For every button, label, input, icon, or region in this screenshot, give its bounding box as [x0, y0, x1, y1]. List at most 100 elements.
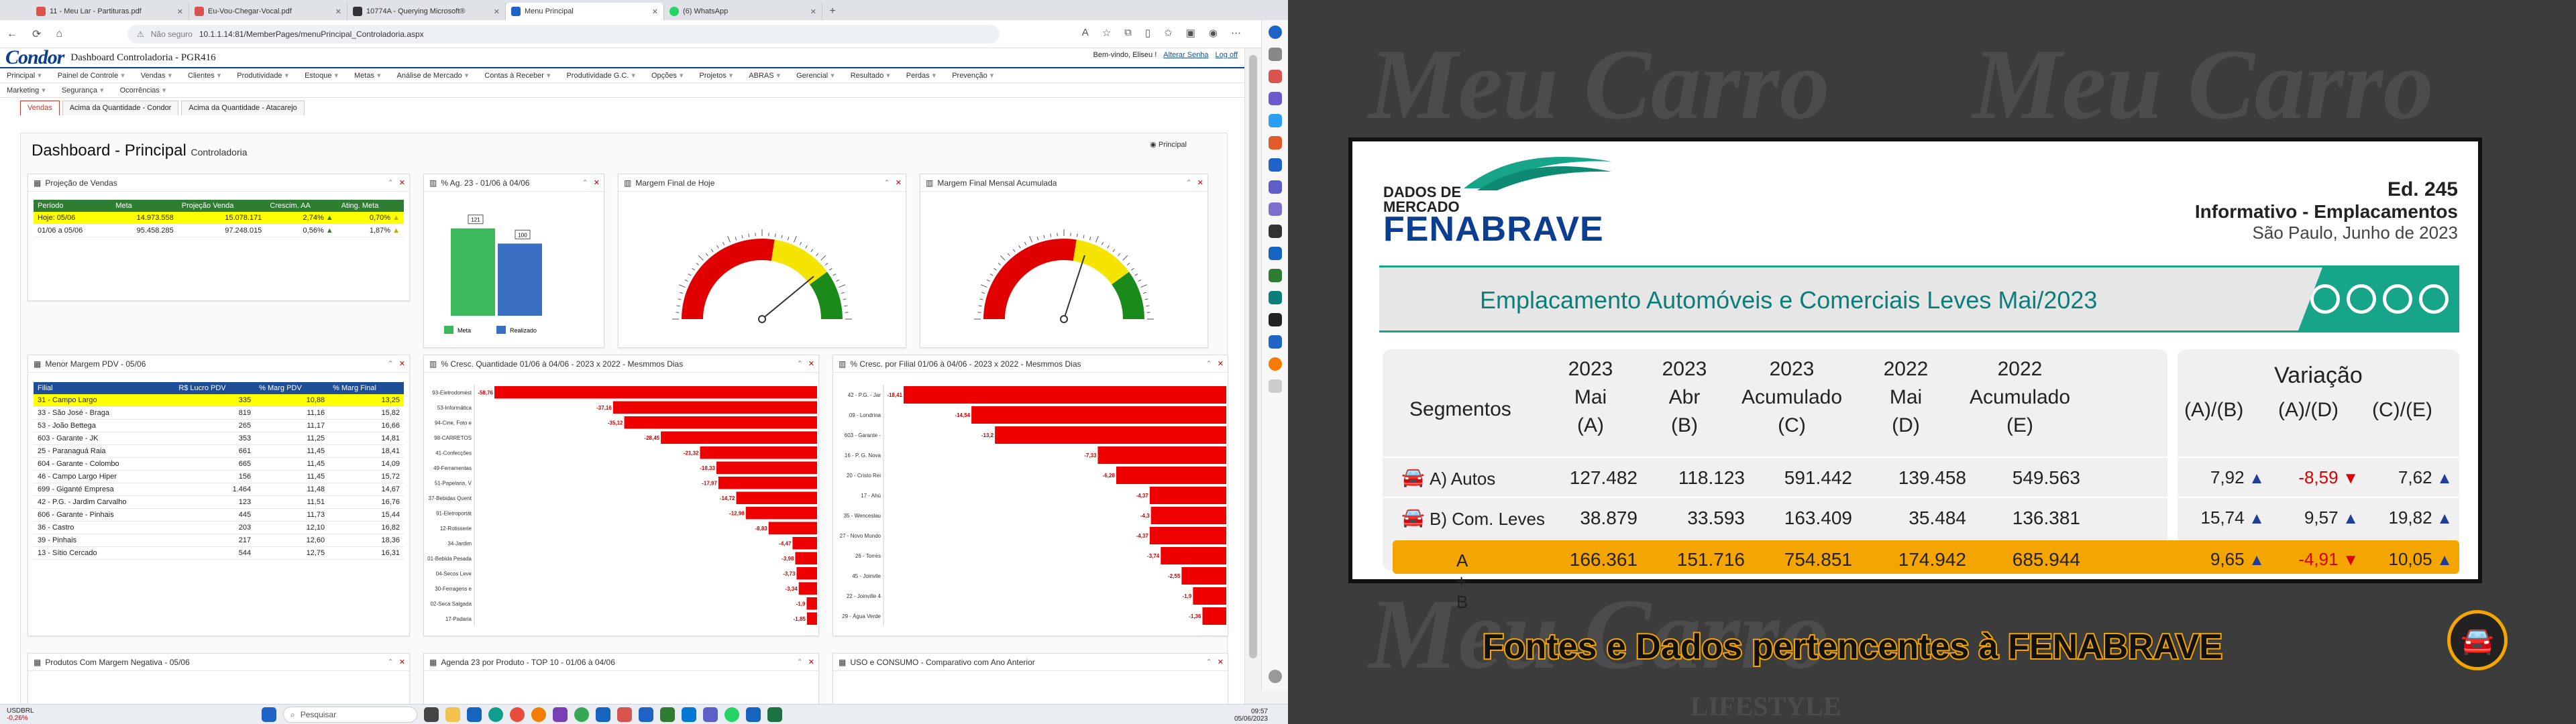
split-icon[interactable]: ▯ — [1145, 27, 1150, 39]
collapse-icon[interactable]: ⌃ — [1186, 178, 1192, 187]
principal-link[interactable]: ◉ Principal — [1150, 140, 1187, 149]
table-row[interactable]: 39 - Pinhais 217 12,60 18,36 — [34, 534, 404, 547]
collections-icon[interactable]: ▣ — [1186, 27, 1195, 39]
read-aloud-icon[interactable]: A — [1082, 27, 1089, 39]
tab-vendas[interactable]: Vendas — [20, 101, 60, 115]
table-row[interactable]: 33 - São José - Braga 819 11,16 15,82 — [34, 406, 404, 420]
teams-icon[interactable] — [1268, 180, 1282, 194]
change-password-link[interactable]: Alterar Senha — [1163, 51, 1208, 59]
condor-logo[interactable]: Condor — [5, 48, 64, 69]
menu-item[interactable]: Painel de Controle — [58, 72, 119, 80]
app-icon[interactable] — [1268, 225, 1282, 238]
close-icon[interactable]: ✕ — [1218, 359, 1224, 368]
menu-item[interactable]: Estoque — [305, 72, 331, 80]
menu-item[interactable]: Metas — [354, 72, 374, 80]
bing-icon[interactable] — [1268, 25, 1282, 39]
outlook-icon[interactable] — [1268, 158, 1282, 172]
menu-item[interactable]: Contas à Receber — [484, 72, 544, 80]
table-row[interactable]: 53 - João Bettega 265 11,17 16,66 — [34, 419, 404, 432]
app-icon[interactable] — [596, 707, 610, 722]
chrome-icon[interactable] — [510, 707, 525, 722]
table-row[interactable]: 36 - Castro 203 12,10 16,82 — [34, 521, 404, 534]
menu-item[interactable]: Produtividade G.C. — [566, 72, 629, 80]
menu-item[interactable]: Ocorrências — [120, 86, 160, 95]
menu-item[interactable]: Perdas — [906, 72, 930, 80]
table-row[interactable]: 604 - Garante - Colombo 665 11,45 14,09 — [34, 457, 404, 471]
games-icon[interactable] — [1268, 114, 1282, 127]
close-icon[interactable]: ✕ — [399, 658, 405, 666]
table-row[interactable]: 46 - Campo Largo Hiper 156 11,45 15,72 — [34, 470, 404, 483]
office-icon[interactable] — [1268, 136, 1282, 149]
collapse-icon[interactable]: ⌃ — [797, 359, 803, 368]
app-icon[interactable] — [1268, 269, 1282, 282]
menu-item[interactable]: Segurança — [62, 86, 97, 95]
menu-item[interactable]: Resultado — [851, 72, 884, 80]
app-icon[interactable] — [1268, 357, 1282, 371]
app-icon[interactable] — [1268, 247, 1282, 260]
firefox-icon[interactable] — [531, 707, 546, 722]
edge-icon[interactable] — [488, 707, 503, 722]
menu-item[interactable]: Vendas — [141, 72, 166, 80]
collapse-icon[interactable]: ⌃ — [388, 359, 394, 368]
collapse-icon[interactable]: ⌃ — [388, 658, 394, 666]
table-row[interactable]: 31 - Campo Largo 335 10,88 13,25 — [34, 394, 404, 407]
system-clock[interactable]: 09:57 05/06/2023 — [1234, 708, 1268, 723]
app-icon[interactable] — [467, 707, 482, 722]
menu-item[interactable]: ABRAS — [749, 72, 773, 80]
taskbar-search[interactable]: ⌕ Pesquisar — [283, 707, 417, 723]
close-icon[interactable]: ✕ — [896, 178, 902, 187]
drop-icon[interactable] — [1268, 202, 1282, 216]
app-icon[interactable] — [1268, 335, 1282, 349]
back-icon[interactable]: ← — [7, 28, 17, 40]
vscode-icon[interactable] — [682, 707, 696, 722]
favorites-icon[interactable]: ✩ — [1164, 27, 1173, 39]
menu-item[interactable]: Gerencial — [796, 72, 828, 80]
ticker-widget[interactable]: USDBRL -0,26% — [7, 707, 34, 722]
new-tab-button[interactable]: + — [822, 3, 843, 20]
table-row[interactable]: 606 - Garante - Pinhais 445 11,73 15,44 — [34, 508, 404, 522]
table-row[interactable]: 603 - Garante - JK 353 11,25 14,81 — [34, 432, 404, 445]
browser-tab-active[interactable]: Menu Principal ✕ — [506, 3, 664, 20]
close-tab-icon[interactable]: ✕ — [177, 7, 183, 16]
close-icon[interactable]: ✕ — [1218, 658, 1224, 666]
excel-icon[interactable] — [767, 707, 782, 722]
page-scrollbar[interactable] — [1244, 48, 1261, 704]
menu-item[interactable]: Principal — [7, 72, 35, 80]
collapse-icon[interactable]: ⌃ — [1206, 359, 1212, 368]
table-row[interactable]: 699 - Giganté Empresa 1.464 11,48 14,67 — [34, 483, 404, 496]
add-icon[interactable] — [1268, 379, 1282, 393]
app-icon[interactable] — [617, 707, 632, 722]
tools-icon[interactable] — [1268, 92, 1282, 105]
close-tab-icon[interactable]: ✕ — [652, 7, 658, 16]
collapse-icon[interactable]: ⌃ — [797, 658, 803, 666]
menu-item[interactable]: Clientes — [188, 72, 215, 80]
shopping-icon[interactable] — [1268, 70, 1282, 83]
logoff-link[interactable]: Log off — [1216, 51, 1238, 59]
close-icon[interactable]: ✕ — [808, 359, 814, 368]
chrome-icon[interactable] — [574, 707, 589, 722]
search-icon[interactable] — [1268, 48, 1282, 61]
menu-item[interactable]: Opções — [651, 72, 677, 80]
table-row[interactable]: 13 - Sítio Cercado 544 12,75 16,31 — [34, 546, 404, 560]
scrollbar-thumb[interactable] — [1249, 55, 1257, 658]
menu-item[interactable]: Projetos — [699, 72, 726, 80]
collapse-icon[interactable]: ⌃ — [1206, 658, 1212, 666]
tab-acima-atacarejo[interactable]: Acima da Quantidade - Atacarejo — [181, 101, 305, 115]
close-icon[interactable]: ✕ — [808, 658, 814, 666]
close-tab-icon[interactable]: ✕ — [810, 7, 816, 16]
close-icon[interactable]: ✕ — [594, 178, 600, 187]
table-row[interactable]: 42 - P.G. - Jardim Carvalho 123 11,51 16,76 — [34, 495, 404, 509]
windows-start-icon[interactable] — [262, 707, 276, 722]
browser-tab[interactable]: Eu-Vou-Chegar-Vocal.pdf ✕ — [189, 3, 347, 20]
visual-studio-icon[interactable] — [553, 707, 568, 722]
collapse-icon[interactable]: ⌃ — [884, 178, 890, 187]
app-icon[interactable] — [660, 707, 675, 722]
app-icon[interactable] — [746, 707, 761, 722]
app-icon[interactable] — [1268, 291, 1282, 304]
table-row[interactable]: 25 - Paranaguá Raia 661 11,45 18,41 — [34, 444, 404, 458]
app-icon[interactable] — [639, 707, 653, 722]
browser-tab[interactable]: 10774A - Querying Microsoft® ✕ — [347, 3, 506, 20]
close-icon[interactable]: ✕ — [399, 359, 405, 368]
close-tab-icon[interactable]: ✕ — [335, 7, 341, 16]
browser-tab[interactable]: (6) WhatsApp ✕ — [664, 3, 822, 20]
